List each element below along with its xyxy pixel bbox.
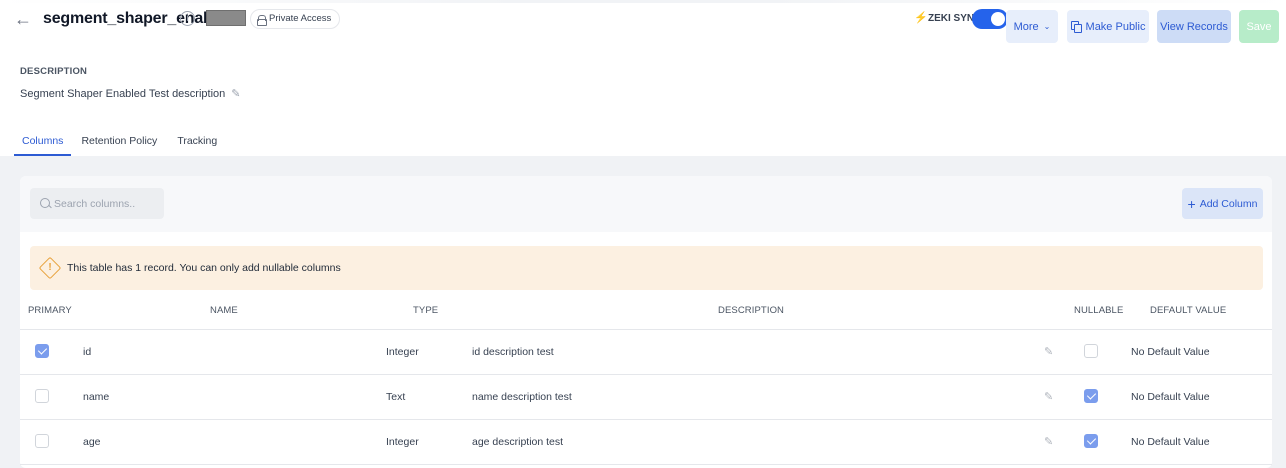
description-text: Segment Shaper Enabled Test description [20,87,226,100]
pencil-icon[interactable]: ✎ [1044,435,1053,448]
column-name: age [83,436,101,448]
default-value: No Default Value [1131,391,1210,403]
lock-icon [257,14,267,26]
header-default-value: DEFAULT VALUE [1150,305,1227,316]
header-nullable: NULLABLE [1074,305,1124,316]
primary-checkbox[interactable] [35,434,49,448]
table-row: name Text name description test ✎ No Def… [20,375,1272,420]
save-button[interactable]: Save [1239,10,1279,43]
column-type: Integer [386,436,419,448]
view-records-button[interactable]: View Records [1157,10,1231,43]
header-description: DESCRIPTION [718,305,785,316]
add-column-label: Add Column [1199,197,1258,210]
view-records-label: View Records [1160,20,1228,33]
alert-text: This table has 1 record. You can only ad… [67,262,341,274]
copy-icon [1070,21,1082,33]
nullable-checkbox[interactable] [1084,344,1098,358]
redacted-block [206,10,246,26]
pencil-icon[interactable]: ✎ [231,87,240,100]
alert-text-prefix: This table has 1 record. [67,262,180,274]
table-row: id Integer id description test ✎ No Defa… [20,330,1272,375]
column-description: name description test [472,391,572,403]
column-type: Integer [386,346,419,358]
save-label: Save [1246,20,1272,33]
search-icon [40,198,50,209]
header-name: NAME [210,305,238,316]
default-value: No Default Value [1131,436,1210,448]
back-arrow-icon[interactable]: ← [14,10,32,28]
chevron-down-icon: ⌄ [1043,22,1051,31]
add-column-button[interactable]: + Add Column [1182,188,1263,219]
nullable-checkbox[interactable] [1084,434,1098,448]
search-input[interactable] [54,197,164,210]
alert-text-emphasis: You can only add nullable columns [179,262,341,274]
tab-columns[interactable]: Columns [14,134,72,156]
info-icon[interactable]: i [180,11,195,26]
private-access-badge[interactable]: Private Access [250,9,341,29]
tab-tracking[interactable]: Tracking [167,134,227,156]
column-name: name [83,391,110,403]
search-box[interactable] [30,188,164,219]
column-description: id description test [472,346,554,358]
zeki-sync-toggle[interactable] [972,9,1008,29]
description-row: Segment Shaper Enabled Test description … [20,87,240,101]
column-description: age description test [472,436,564,448]
plus-icon: + [1187,195,1196,212]
make-public-button[interactable]: Make Public [1067,10,1149,43]
header-type: TYPE [413,305,439,316]
tab-bar: Columns Retention Policy Tracking [14,134,227,156]
pencil-icon[interactable]: ✎ [1044,390,1053,403]
header-primary: PRIMARY [28,305,72,316]
panel-toolbar: + Add Column [20,176,1272,232]
top-divider [0,0,1286,3]
tab-retention-policy[interactable]: Retention Policy [71,134,167,156]
primary-checkbox[interactable] [35,389,49,403]
default-value: No Default Value [1131,346,1210,358]
table-row: age Integer age description test ✎ No De… [20,420,1272,465]
warning-icon: ! [38,256,62,280]
description-label: DESCRIPTION [20,66,88,77]
private-access-label: Private Access [269,13,332,24]
more-button-label: More [1013,20,1039,33]
columns-panel: + Add Column ! This table has 1 record. … [20,176,1272,468]
more-button[interactable]: More ⌄ [1006,10,1058,43]
make-public-label: Make Public [1085,20,1146,33]
column-name: id [83,346,92,358]
record-alert: ! This table has 1 record. You can only … [30,246,1263,290]
primary-checkbox[interactable] [35,344,49,358]
nullable-checkbox[interactable] [1084,389,1098,403]
pencil-icon[interactable]: ✎ [1044,345,1053,358]
column-type: Text [386,391,406,403]
zeki-icon: ⚡ [914,12,928,24]
